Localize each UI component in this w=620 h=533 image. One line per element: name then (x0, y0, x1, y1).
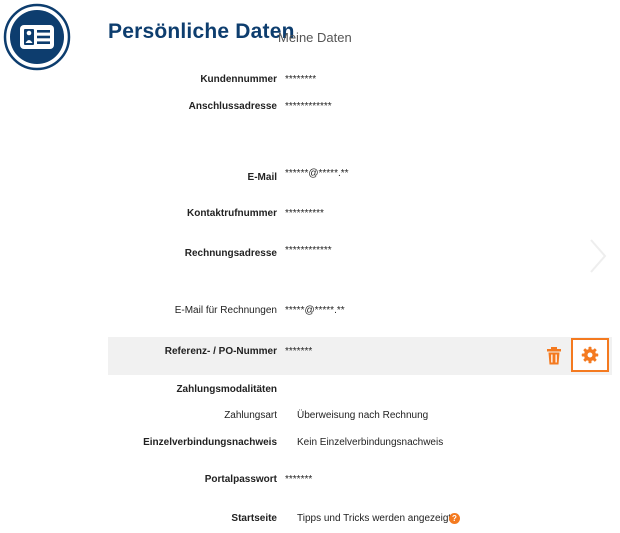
field-value: Überweisung nach Rechnung (297, 410, 429, 421)
field-label: Zahlungsmodalitäten (176, 384, 277, 395)
field-row-einzelverbindungsnachweis: Einzelverbindungsnachweis Kein Einzelver… (0, 437, 620, 457)
field-row-zahlungsart: Zahlungsart Überweisung nach Rechnung (0, 410, 620, 430)
field-value: ************ (285, 101, 332, 112)
field-label: Rechnungsadresse (184, 248, 277, 259)
field-value: Tipps und Tricks werden angezeigt (297, 513, 452, 524)
field-value: *****@*****.** (285, 305, 345, 316)
field-value: ************ (285, 245, 332, 256)
field-label: Anschlussadresse (188, 101, 277, 112)
field-row-kontaktrufnummer: Kontaktrufnummer ********** (0, 208, 620, 228)
field-label: Referenz- / PO-Nummer (164, 346, 277, 357)
field-row-startseite: Startseite Tipps und Tricks werden angez… (0, 513, 620, 533)
field-row-zahlungsmodalitaeten: Zahlungsmodalitäten (0, 384, 620, 404)
help-icon[interactable]: ? (449, 513, 460, 524)
field-value: Kein Einzelverbindungsnachweis (297, 437, 444, 448)
chevron-right-icon[interactable] (588, 238, 608, 274)
field-value: ******* (285, 474, 313, 485)
field-row-email-rechnungen: E-Mail für Rechnungen *****@*****.** (0, 305, 620, 325)
field-row-email: E-Mail ******@*****.** (0, 168, 620, 192)
field-row-anschlussadresse: Anschlussadresse ************ (0, 101, 620, 121)
gear-icon (581, 346, 599, 364)
field-label: Zahlungsart (224, 410, 277, 421)
field-label: E-Mail für Rechnungen (174, 305, 277, 316)
trash-icon[interactable] (546, 347, 562, 365)
field-value: ******** (285, 74, 317, 85)
field-value: ******@*****.** (285, 168, 349, 179)
settings-button[interactable] (571, 338, 609, 372)
field-value: ********** (285, 208, 324, 219)
field-label: Kontaktrufnummer (186, 208, 277, 219)
field-row-portalpasswort: Portalpasswort ******* (0, 474, 620, 494)
page-subtitle: Meine Daten (278, 30, 352, 45)
field-label: Einzelverbindungsnachweis (143, 437, 277, 448)
field-label: Startseite (231, 513, 277, 524)
field-row-rechnungsadresse: Rechnungsadresse ************ (0, 245, 620, 268)
field-row-kundennummer: Kundennummer ******** (0, 74, 620, 94)
id-card-icon (3, 3, 71, 71)
field-label: Portalpasswort (204, 474, 277, 485)
page-title: Persönliche Daten (108, 20, 295, 43)
field-label: Kundennummer (200, 74, 277, 85)
field-row-referenz: Referenz- / PO-Nummer ******* (0, 346, 620, 366)
field-label: E-Mail (247, 172, 277, 183)
field-value: ******* (285, 346, 313, 357)
